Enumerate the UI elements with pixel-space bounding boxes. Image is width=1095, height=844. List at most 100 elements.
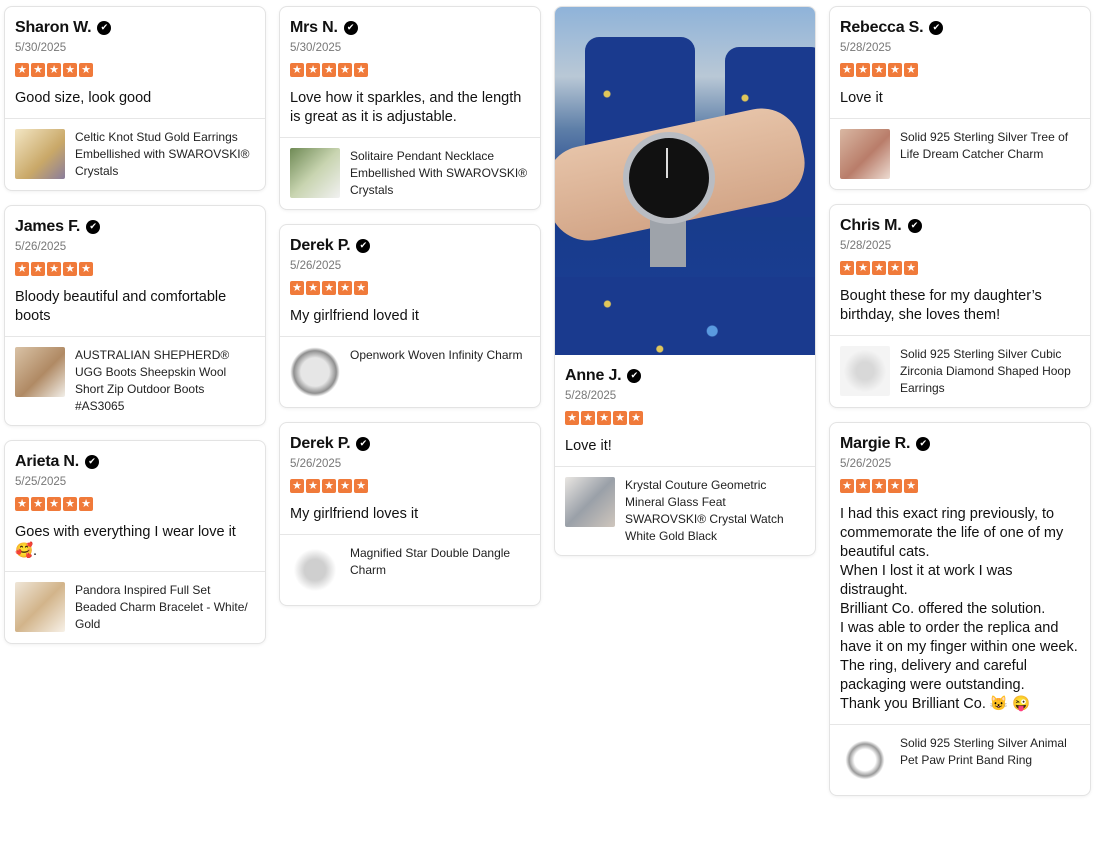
review-body: Arieta N. ✔ 5/25/2025 ★ ★ ★ ★ ★ Goes with everyt… bbox=[5, 441, 265, 571]
product-name[interactable]: Solitaire Pendant Necklace Embellished W… bbox=[350, 148, 530, 199]
review-date: 5/28/2025 bbox=[840, 240, 892, 252]
star-icon: ★ bbox=[306, 281, 320, 295]
review-date: 5/26/2025 bbox=[290, 260, 342, 272]
product-link[interactable]: Solid 925 Sterling Silver Animal Pet Paw… bbox=[830, 724, 1090, 795]
reviewer-row: James F. ✔ bbox=[15, 216, 255, 238]
review-text: Bought these for my daughter’s birthday,… bbox=[840, 288, 1042, 323]
star-icon: ★ bbox=[322, 63, 336, 77]
reviewer-name: Derek P. bbox=[290, 237, 351, 254]
star-rating: ★ ★ ★ ★ ★ bbox=[15, 63, 255, 83]
star-icon: ★ bbox=[290, 479, 304, 493]
star-icon: ★ bbox=[47, 497, 61, 511]
review-date: 5/26/2025 bbox=[290, 458, 342, 470]
star-icon: ★ bbox=[354, 479, 368, 493]
review-card: Derek P. ✔ 5/26/2025 ★ ★ ★ ★ ★ My girlfriend lov… bbox=[279, 422, 541, 606]
star-icon: ★ bbox=[63, 497, 77, 511]
review-card: Arieta N. ✔ 5/25/2025 ★ ★ ★ ★ ★ Goes with everyt… bbox=[4, 440, 266, 644]
product-link[interactable]: Solitaire Pendant Necklace Embellished W… bbox=[280, 137, 540, 209]
reviewer-name: Mrs N. bbox=[290, 19, 338, 36]
reviewer-name: James F. bbox=[15, 218, 81, 235]
check-badge-icon: ✔ bbox=[907, 219, 922, 233]
review-date: 5/28/2025 bbox=[840, 42, 892, 54]
review-body: Rebecca S. ✔ 5/28/2025 ★ ★ ★ ★ ★ Love it bbox=[830, 7, 1090, 118]
review-text: My girlfriend loves it bbox=[290, 506, 419, 522]
review-card: Anne J. ✔ 5/28/2025 ★ ★ ★ ★ ★ Love it! Krystal Co… bbox=[554, 6, 816, 556]
star-icon: ★ bbox=[47, 63, 61, 77]
star-icon: ★ bbox=[338, 479, 352, 493]
check-badge-icon: ✔ bbox=[929, 21, 944, 35]
star-icon: ★ bbox=[338, 63, 352, 77]
product-name[interactable]: Solid 925 Sterling Silver Animal Pet Paw… bbox=[900, 735, 1080, 769]
star-icon: ★ bbox=[15, 262, 29, 276]
review-column-3: Anne J. ✔ 5/28/2025 ★ ★ ★ ★ ★ Love it! Krystal Co… bbox=[554, 6, 816, 570]
star-icon: ★ bbox=[840, 261, 854, 275]
product-name[interactable]: Magnified Star Double Dangle Charm bbox=[350, 545, 530, 579]
review-body: Chris M. ✔ 5/28/2025 ★ ★ ★ ★ ★ Bought these for … bbox=[830, 205, 1090, 335]
star-icon: ★ bbox=[31, 497, 45, 511]
product-thumbnail[interactable] bbox=[290, 347, 340, 397]
star-icon: ★ bbox=[888, 261, 902, 275]
product-link[interactable]: Magnified Star Double Dangle Charm bbox=[280, 534, 540, 605]
check-badge-icon: ✔ bbox=[356, 239, 371, 253]
product-name[interactable]: Krystal Couture Geometric Mineral Glass … bbox=[625, 477, 805, 545]
product-link[interactable]: Pandora Inspired Full Set Beaded Charm B… bbox=[5, 571, 265, 643]
product-thumbnail[interactable] bbox=[290, 545, 340, 595]
star-icon: ★ bbox=[354, 63, 368, 77]
star-rating: ★ ★ ★ ★ ★ bbox=[290, 479, 530, 499]
star-icon: ★ bbox=[872, 261, 886, 275]
product-name[interactable]: Openwork Woven Infinity Charm bbox=[350, 347, 523, 364]
product-name[interactable]: AUSTRALIAN SHEPHERD® UGG Boots Sheepskin… bbox=[75, 347, 255, 415]
product-thumbnail[interactable] bbox=[840, 346, 890, 396]
product-link[interactable]: Celtic Knot Stud Gold Earrings Embellish… bbox=[5, 118, 265, 190]
product-thumbnail[interactable] bbox=[290, 148, 340, 198]
product-link[interactable]: Krystal Couture Geometric Mineral Glass … bbox=[555, 466, 815, 555]
product-name[interactable]: Solid 925 Sterling Silver Cubic Zirconia… bbox=[900, 346, 1080, 397]
review-card: Sharon W. ✔ 5/30/2025 ★ ★ ★ ★ ★ Good size, look … bbox=[4, 6, 266, 191]
review-body: Margie R. ✔ 5/26/2025 ★ ★ ★ ★ ★ I had this exact… bbox=[830, 423, 1090, 724]
star-icon: ★ bbox=[629, 411, 643, 425]
star-rating: ★ ★ ★ ★ ★ bbox=[565, 411, 805, 431]
star-icon: ★ bbox=[565, 411, 579, 425]
product-thumbnail[interactable] bbox=[565, 477, 615, 527]
review-card: Mrs N. ✔ 5/30/2025 ★ ★ ★ ★ ★ Love how it sparkle… bbox=[279, 6, 541, 210]
product-link[interactable]: AUSTRALIAN SHEPHERD® UGG Boots Sheepskin… bbox=[5, 336, 265, 425]
star-rating: ★ ★ ★ ★ ★ bbox=[15, 497, 255, 517]
reviewer-row: Margie R. ✔ bbox=[840, 433, 1080, 455]
review-text: Love it bbox=[840, 90, 883, 106]
review-date: 5/30/2025 bbox=[290, 42, 342, 54]
reviewer-name: Margie R. bbox=[840, 435, 911, 452]
star-icon: ★ bbox=[888, 479, 902, 493]
star-icon: ★ bbox=[904, 63, 918, 77]
reviewer-name: Chris M. bbox=[840, 217, 902, 234]
reviewer-name: Anne J. bbox=[565, 367, 622, 384]
reviewer-row: Derek P. ✔ bbox=[290, 235, 530, 257]
review-date: 5/26/2025 bbox=[840, 458, 892, 470]
reviewer-row: Rebecca S. ✔ bbox=[840, 17, 1080, 39]
product-thumbnail[interactable] bbox=[15, 129, 65, 179]
product-thumbnail[interactable] bbox=[15, 582, 65, 632]
reviewer-row: Arieta N. ✔ bbox=[15, 451, 255, 473]
product-link[interactable]: Openwork Woven Infinity Charm bbox=[280, 336, 540, 407]
product-link[interactable]: Solid 925 Sterling Silver Tree of Life D… bbox=[830, 118, 1090, 189]
star-icon: ★ bbox=[338, 281, 352, 295]
star-rating: ★ ★ ★ ★ ★ bbox=[290, 63, 530, 83]
product-thumbnail[interactable] bbox=[15, 347, 65, 397]
star-icon: ★ bbox=[872, 63, 886, 77]
star-icon: ★ bbox=[79, 262, 93, 276]
review-date: 5/26/2025 bbox=[15, 241, 67, 253]
product-name[interactable]: Pandora Inspired Full Set Beaded Charm B… bbox=[75, 582, 255, 633]
reviewer-name: Derek P. bbox=[290, 435, 351, 452]
product-thumbnail[interactable] bbox=[840, 129, 890, 179]
product-name[interactable]: Celtic Knot Stud Gold Earrings Embellish… bbox=[75, 129, 255, 180]
reviewer-name: Sharon W. bbox=[15, 19, 92, 36]
review-card: Margie R. ✔ 5/26/2025 ★ ★ ★ ★ ★ I had this exact… bbox=[829, 422, 1091, 796]
star-icon: ★ bbox=[79, 497, 93, 511]
review-text: Bloody beautiful and comfortable boots bbox=[15, 289, 227, 324]
star-icon: ★ bbox=[840, 479, 854, 493]
product-name[interactable]: Solid 925 Sterling Silver Tree of Life D… bbox=[900, 129, 1080, 163]
product-thumbnail[interactable] bbox=[840, 735, 890, 785]
reviewer-row: Derek P. ✔ bbox=[290, 433, 530, 455]
star-rating: ★ ★ ★ ★ ★ bbox=[840, 261, 1080, 281]
review-photo[interactable] bbox=[555, 7, 815, 355]
product-link[interactable]: Solid 925 Sterling Silver Cubic Zirconia… bbox=[830, 335, 1090, 407]
